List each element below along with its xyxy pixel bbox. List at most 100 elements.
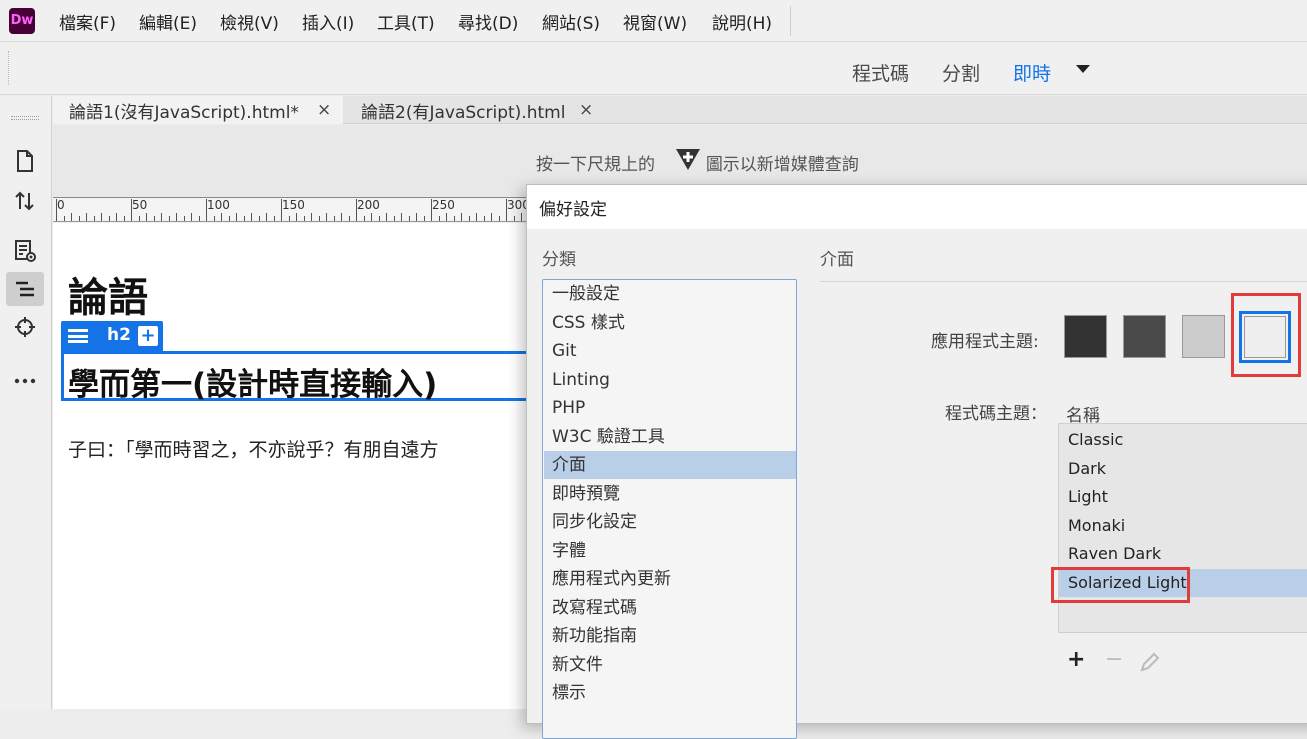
category-item[interactable]: 應用程式內更新 [544,565,796,593]
file-icon[interactable] [6,144,44,178]
menu-site[interactable]: 網站(S) [542,9,600,34]
category-item[interactable]: 改寫程式碼 [544,594,796,622]
document-heading-2[interactable]: 學而第一(設計時直接輸入) [68,359,437,404]
menu-tools[interactable]: 工具(T) [377,9,435,34]
add-theme-button[interactable]: + [1067,647,1085,672]
ruler-tick [296,213,297,221]
close-icon[interactable]: × [579,100,593,120]
code-theme-item[interactable]: Raven Dark [1059,540,1307,568]
view-live-button[interactable]: 即時 [1013,59,1051,86]
ruler-tick [423,216,425,221]
section-divider [820,281,1307,282]
app-theme-swatch-darkest[interactable] [1064,315,1107,358]
code-theme-item[interactable]: Light [1059,483,1307,511]
view-code-button[interactable]: 程式碼 [852,59,909,86]
more-icon[interactable] [6,364,44,398]
category-item[interactable]: PHP [544,394,796,422]
doc-tab-2[interactable]: 論語2(有JavaScript).html × [345,96,607,124]
ruler-tick [401,213,402,221]
doc-tab-label: 論語2(有JavaScript).html [361,103,566,123]
ruler-tick [206,199,207,221]
ruler-tick [371,213,372,221]
ruler-tick [356,199,357,221]
code-theme-item[interactable]: Classic [1059,426,1307,454]
ruler-tick [213,216,215,221]
toolbar-grip[interactable] [8,51,11,85]
target-icon[interactable] [6,310,44,344]
ruler-tick [183,216,185,221]
category-item[interactable]: Linting [544,366,796,394]
category-item[interactable]: 一般設定 [544,280,796,308]
doc-tab-1[interactable]: 論語1(沒有JavaScript).html* × [53,96,343,124]
document-heading-1[interactable]: 論語 [68,265,148,323]
document-paragraph[interactable]: 子曰：「學而時習之，不亦說乎？有朋自遠方 [68,435,439,462]
chevron-down-icon[interactable] [1076,65,1090,73]
category-item[interactable]: CSS 樣式 [544,309,796,337]
toolbar-grip[interactable] [11,116,39,120]
dom-icon[interactable] [6,272,44,306]
element-display-badge[interactable]: h2 + [61,321,163,351]
menu-edit[interactable]: 編輯(E) [139,9,197,34]
category-item[interactable]: 字體 [544,537,796,565]
inspect-icon[interactable] [6,234,44,268]
category-item[interactable]: 標示 [544,679,796,707]
category-item[interactable]: 新文件 [544,651,796,679]
code-theme-item[interactable]: Monaki [1059,512,1307,540]
dreamweaver-logo: Dw [9,8,35,34]
ruler-tick [86,213,87,221]
hint-before: 按一下尺規上的 [536,155,655,175]
close-icon[interactable]: × [317,100,331,120]
live-view-canvas[interactable]: 論語 h2 + 學而第一(設計時直接輸入) 子曰：「學而時習之，不亦說乎？有朋自… [53,223,533,709]
dialog-titlebar[interactable]: 偏好設定 [527,185,1307,229]
left-toolbar [0,96,52,709]
pencil-icon[interactable] [1139,651,1161,673]
ruler-tick [453,216,455,221]
add-media-query-icon [676,149,700,170]
ruler-tick [288,216,290,221]
ruler-tick [116,213,117,221]
app-theme-swatch-dark[interactable] [1123,315,1166,358]
category-item-interface[interactable]: 介面 [544,451,796,479]
ruler-tick [146,213,147,221]
doc-tab-label: 論語1(沒有JavaScript).html* [69,103,299,123]
ruler-tick [438,216,440,221]
ruler-tick [446,213,447,221]
category-list[interactable]: 一般設定 CSS 樣式 Git Linting PHP W3C 驗證工具 介面 … [542,279,797,739]
ruler-tick [131,199,132,221]
remove-theme-button[interactable]: − [1105,647,1123,672]
menu-find[interactable]: 尋找(D) [458,9,518,34]
ruler-tick [333,216,335,221]
menu-file[interactable]: 檔案(F) [59,9,116,34]
ruler-tick [258,216,260,221]
category-item[interactable]: 同步化設定 [544,508,796,536]
annotation-highlight-app-theme [1231,293,1301,377]
document-toolbar: 程式碼 分割 即時 [0,43,1307,95]
ruler-tick [56,199,57,221]
ruler-tick [221,213,222,221]
transfer-icon[interactable] [6,184,44,218]
menu-view[interactable]: 檢視(V) [220,9,279,34]
category-item[interactable]: W3C 驗證工具 [544,423,796,451]
category-item[interactable]: Git [544,337,796,365]
menu-window[interactable]: 視窗(W) [623,9,687,34]
horizontal-ruler[interactable]: 0 50 100 150 200 250 300 [53,197,533,222]
dialog-title: 偏好設定 [539,200,607,220]
code-theme-item[interactable]: Dark [1059,455,1307,483]
app-theme-swatch-light[interactable] [1182,315,1225,358]
view-split-button[interactable]: 分割 [942,59,980,86]
document-tabs: 論語1(沒有JavaScript).html* × 論語2(有JavaScrip… [53,96,1307,124]
ruler-tick [101,213,102,221]
ruler-label: 200 [357,198,380,212]
add-class-button[interactable]: + [138,326,158,346]
ruler-tick [93,216,95,221]
category-item[interactable]: 即時預覽 [544,480,796,508]
ruler-tick [326,213,327,221]
hamburger-icon[interactable] [68,329,88,343]
menu-help[interactable]: 說明(H) [712,9,772,34]
menu-insert[interactable]: 插入(I) [302,9,354,34]
category-item[interactable]: 新功能指南 [544,622,796,650]
ruler-tick [378,216,380,221]
ruler-tick [386,213,387,221]
category-label: 分類 [542,250,576,270]
ruler-tick [281,199,282,221]
